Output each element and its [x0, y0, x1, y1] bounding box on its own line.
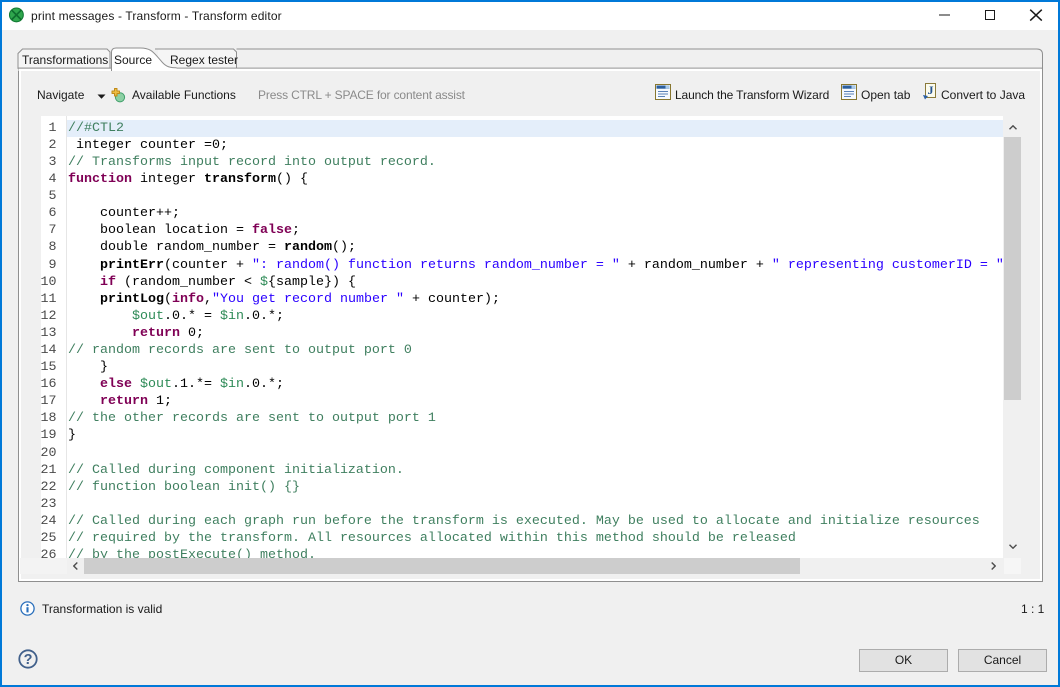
svg-text:?: ?	[24, 652, 33, 668]
